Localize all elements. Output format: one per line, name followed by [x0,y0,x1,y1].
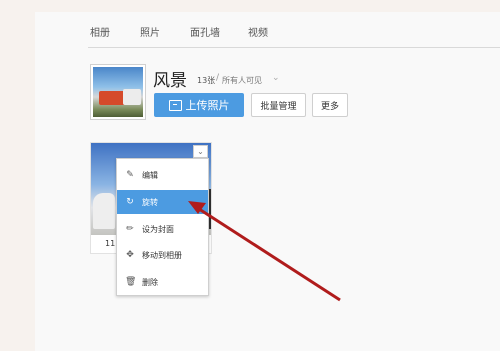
arrow-shaft [195,205,341,302]
annotation-arrow [188,201,341,302]
